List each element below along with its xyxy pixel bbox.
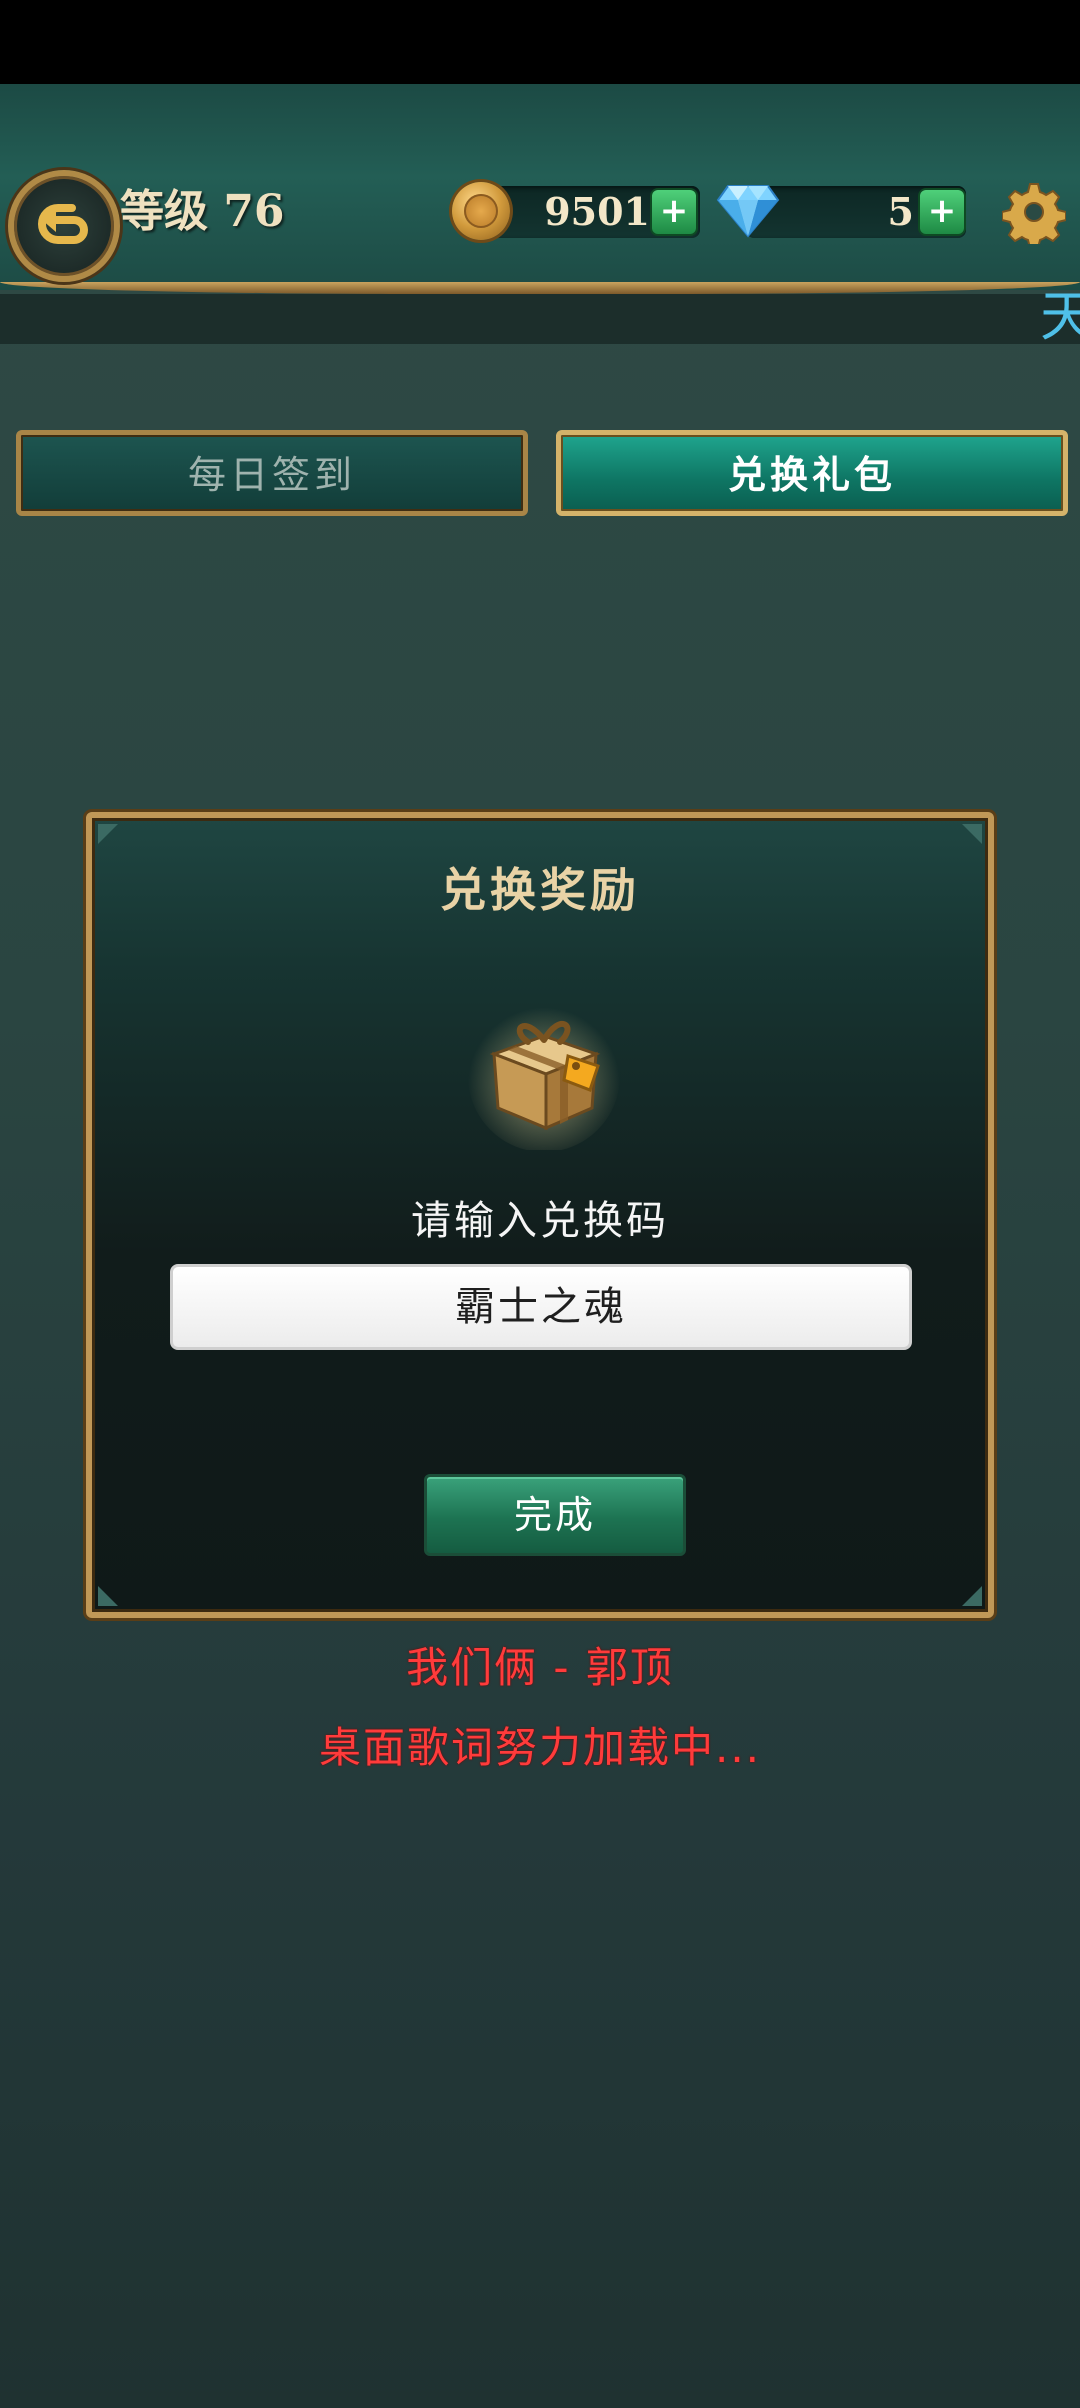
redeem-code-prompt: 请输入兑换码 xyxy=(411,1198,669,1244)
tab-daily-checkin[interactable]: 每日签到 xyxy=(16,430,528,516)
add-gems-button[interactable]: + xyxy=(920,190,964,234)
corner-ornament xyxy=(98,1586,118,1606)
back-button[interactable] xyxy=(8,170,120,282)
redeem-reward-dialog: 兑换奖励 请输入兑换码 霸士之魂 完成 xyxy=(86,812,994,1618)
lyric-song-title: 我们俩 - 郭顶 xyxy=(406,1643,674,1692)
coin-count: 9501 xyxy=(544,189,650,234)
corner-ornament xyxy=(98,824,118,844)
gift-box-icon xyxy=(468,1000,620,1150)
back-arrow-icon xyxy=(38,204,88,244)
diamond-icon xyxy=(716,185,780,238)
settings-gear-icon[interactable] xyxy=(1002,180,1066,244)
done-button[interactable]: 完成 xyxy=(424,1474,686,1556)
status-bar xyxy=(0,0,1080,84)
gold-coin-icon xyxy=(452,182,510,240)
scrolling-marquee-text: 天 xyxy=(1040,285,1080,348)
dialog-title: 兑换奖励 xyxy=(440,863,640,917)
player-level-label: 等级 76 xyxy=(120,186,285,237)
corner-ornament xyxy=(962,824,982,844)
redeem-code-input[interactable]: 霸士之魂 xyxy=(170,1264,912,1350)
gem-count: 5 xyxy=(887,189,914,234)
header-shadow xyxy=(0,294,1080,344)
corner-ornament xyxy=(962,1586,982,1606)
add-coins-button[interactable]: + xyxy=(652,190,696,234)
lyric-loading-status: 桌面歌词努力加载中... xyxy=(318,1723,762,1772)
tab-redeem-gift[interactable]: 兑换礼包 xyxy=(556,430,1068,516)
